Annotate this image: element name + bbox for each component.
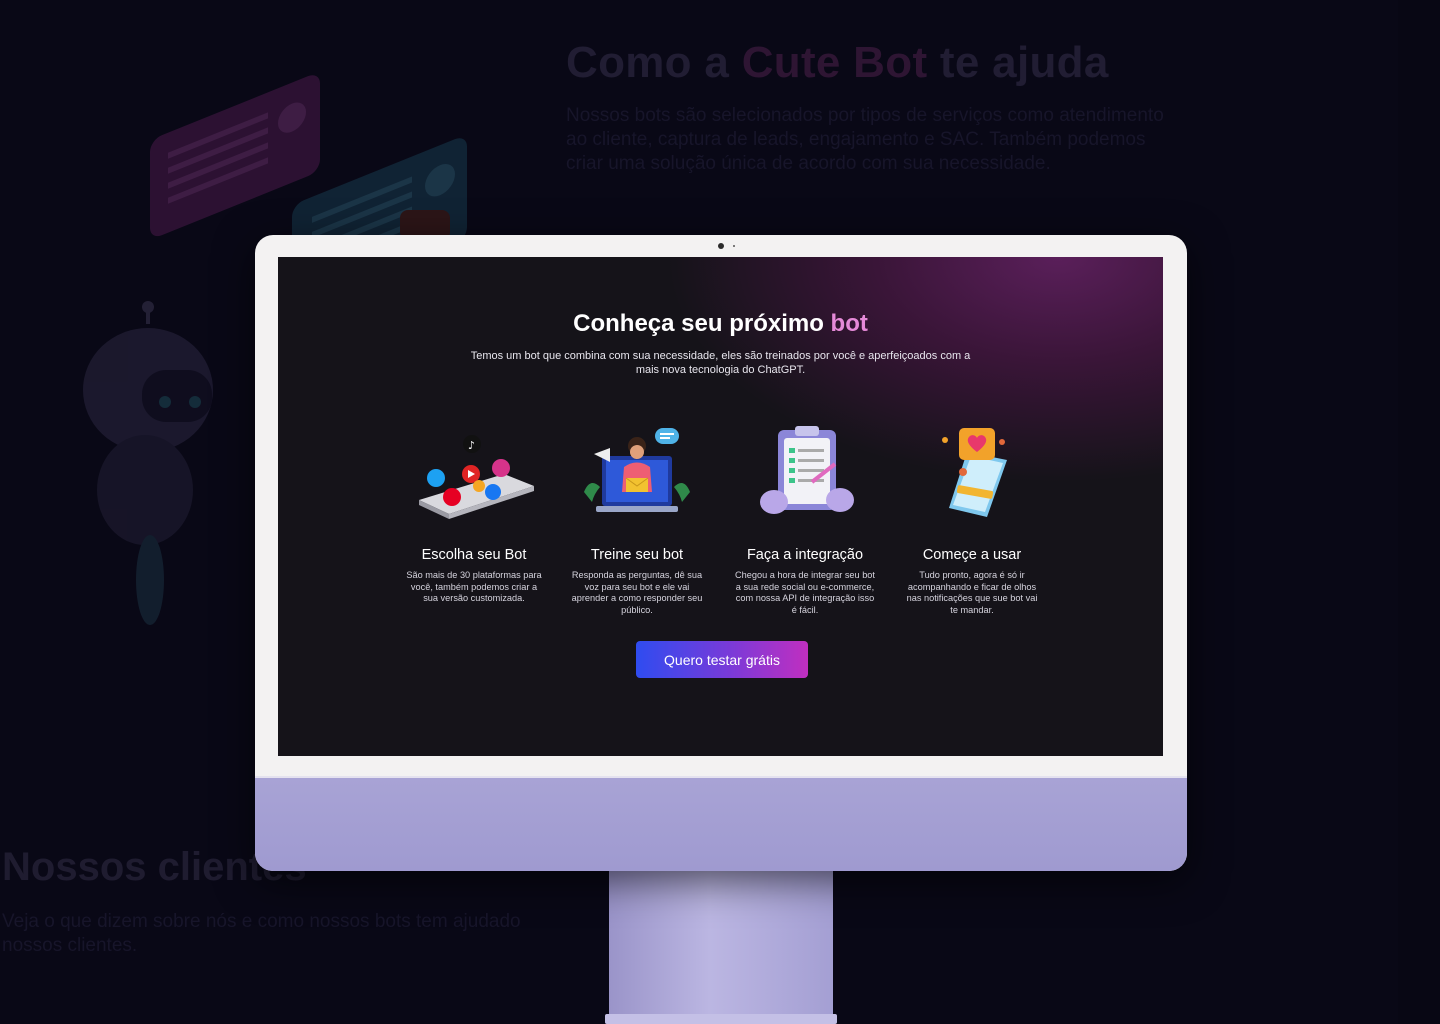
section-title: Como a Cute Bot te ajuda bbox=[566, 38, 1109, 87]
camera-icon bbox=[718, 243, 724, 249]
monitor-chin bbox=[255, 778, 1187, 871]
sensor-dot bbox=[733, 245, 735, 247]
monitor-stand-foot bbox=[605, 1014, 837, 1024]
screen-title: Conheça seu próximo bot bbox=[573, 310, 868, 337]
step-card: Treine seu bot Responda as perguntas, dê… bbox=[567, 422, 707, 615]
monitor-screen: Conheça seu próximo bot Temos um bot que… bbox=[278, 257, 1163, 756]
training-laptop-icon bbox=[584, 428, 690, 512]
monitor-stand bbox=[609, 871, 833, 1024]
step-title: Faça a integração bbox=[746, 547, 864, 563]
page-edge bbox=[1398, 0, 1440, 1024]
step-title: Escolha seu Bot bbox=[421, 547, 527, 563]
step-card: ♪ Escolha seu Bot São mais de 30 platafo… bbox=[404, 422, 544, 603]
social-media-phone-icon: ♪ bbox=[419, 435, 534, 519]
checklist-clipboard-icon bbox=[760, 426, 854, 514]
step-description: São mais de 30 plataformas para você, ta… bbox=[406, 570, 542, 604]
try-free-button[interactable]: Quero testar grátis bbox=[636, 641, 808, 678]
step-card: Começe a usar Tudo pronto, agora é só ir… bbox=[902, 422, 1042, 615]
section-description: Nossos bots são selecionados por tipos d… bbox=[566, 105, 1164, 174]
step-description: Tudo pronto, agora é só ir acompanhando … bbox=[906, 570, 1038, 615]
step-description: Chegou a hora de integrar seu bot a sua … bbox=[735, 570, 875, 615]
screen-subtitle: Temos um bot que combina com sua necessi… bbox=[470, 350, 971, 376]
step-title: Começe a usar bbox=[922, 547, 1022, 563]
notification-phone-icon bbox=[942, 428, 1007, 517]
monitor-bezel bbox=[255, 235, 1187, 257]
clients-description: Veja o que dizem sobre nós e como nossos… bbox=[2, 911, 521, 956]
step-card: Faça a integração Chegou a hora de integ… bbox=[735, 422, 875, 615]
step-title: Treine seu bot bbox=[590, 547, 684, 563]
svg-text:♪: ♪ bbox=[468, 439, 475, 452]
step-description: Responda as perguntas, dê sua voz para s… bbox=[571, 570, 703, 615]
